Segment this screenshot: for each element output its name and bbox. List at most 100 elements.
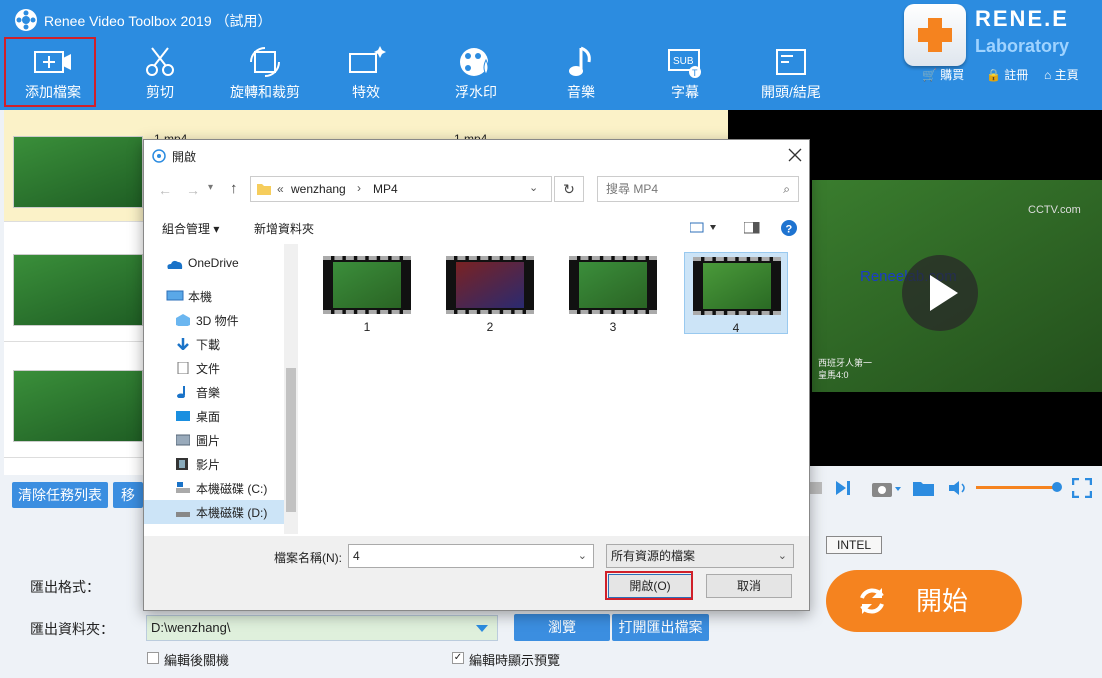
filetype-select[interactable]: 所有資源的檔案 ⌄ [606,544,794,568]
music-icon [177,386,185,398]
snapshot-icon[interactable] [870,478,902,498]
show-preview-checkbox[interactable]: ✓ [452,652,464,664]
new-folder-button[interactable]: 新增資料夾 [254,220,314,237]
close-icon[interactable] [788,148,802,162]
documents-icon [177,362,189,374]
music-label: 音樂 [567,84,595,100]
chevron-down-icon[interactable] [475,624,489,634]
file-item-4-selected[interactable]: 4 [684,252,788,335]
onedrive-icon [167,260,183,269]
recent-chevron-icon[interactable]: ▾ [208,182,213,193]
move-button[interactable]: 移 [113,482,143,508]
show-preview-label: 編輯時顯示預覽 [469,653,561,668]
home-icon: ⌂ [1044,68,1052,82]
address-bar[interactable]: « wenzhang › MP4 ⌄ [250,176,552,202]
home-link[interactable]: ⌂ 主頁 [1044,66,1079,83]
forward-arrow-icon[interactable]: → [186,182,200,198]
fullscreen-icon[interactable] [1072,478,1092,498]
file-item-3[interactable]: 3 [561,252,665,334]
nav-scrollbar-thumb[interactable] [286,368,296,512]
intro-outro-icon [776,49,806,75]
svg-text:T: T [692,68,698,78]
browse-button[interactable]: 瀏覽 [514,614,610,641]
up-arrow-icon[interactable]: ↑ [230,180,238,197]
register-link[interactable]: 🔒 註冊 [986,66,1028,83]
open-export-folder-button[interactable]: 打開匯出檔案 [612,614,709,641]
nav-drive-d[interactable]: 本機磁碟 (D:) [196,504,267,521]
subtitle-icon: SUBT [668,49,701,78]
breadcrumb-mp4[interactable]: MP4 [373,182,398,196]
start-button[interactable]: 開始 [826,570,1022,632]
file-name: 2 [486,320,494,334]
watermark-button[interactable]: 浮水印 [431,40,521,108]
nav-pictures[interactable]: 圖片 [196,432,220,449]
stop-icon[interactable] [808,480,826,496]
play-button[interactable] [902,255,978,331]
subtitle-label: 字幕 [671,84,699,100]
clear-tasks-button[interactable]: 清除任務列表 [12,482,108,508]
export-folder-field[interactable]: D:\wenzhang\ [146,615,498,641]
cut-label: 剪切 [146,84,174,100]
video-thumbnail [13,370,143,442]
music-icon [569,46,591,76]
nav-downloads[interactable]: 下載 [196,336,220,353]
buy-link[interactable]: 🛒 購買 [922,66,964,83]
caption-line2: 皇馬4:0 [818,370,849,380]
nav-scrollbar[interactable] [284,244,298,534]
cut-button[interactable]: 剪切 [115,40,205,108]
nav-drive-c[interactable]: 本機磁碟 (C:) [196,480,267,497]
chevron-down-icon[interactable]: ⌄ [778,545,787,567]
buy-label: 購買 [940,68,965,82]
volume-slider[interactable] [976,486,1058,489]
file-item-2[interactable]: 2 [438,252,542,334]
channel-logo: CCTV.com [1028,204,1081,216]
next-frame-icon[interactable] [834,480,852,496]
back-arrow-icon[interactable]: ← [158,182,172,198]
shutdown-checkbox[interactable] [147,652,159,664]
filename-label: 檔案名稱(N): [274,551,342,565]
chevron-down-icon[interactable]: ⌄ [578,545,587,567]
desktop-icon [176,411,190,421]
dialog-title: 開啟 [172,150,197,164]
crop-rotate-button[interactable]: 旋轉和裁剪 [220,40,310,108]
video-thumbnail [13,254,143,326]
file-item-1[interactable]: 1 [315,252,419,334]
register-label: 註冊 [1004,68,1029,82]
view-options-icon[interactable] [690,222,720,234]
brand-logo [904,4,966,66]
nav-desktop[interactable]: 桌面 [196,408,220,425]
drive-c-icon [176,482,190,493]
folder-icon[interactable] [912,478,936,498]
breadcrumb-wenzhang[interactable]: wenzhang [291,182,346,196]
filename-value: 4 [353,549,360,563]
nav-3d-objects[interactable]: 3D 物件 [196,312,239,329]
watermark-icon [460,48,489,76]
nav-videos[interactable]: 影片 [196,456,220,473]
brand-subtitle: Laboratory [975,36,1070,56]
effects-button[interactable]: 特效 [321,40,411,108]
nav-music[interactable]: 音樂 [196,384,220,401]
cancel-button[interactable]: 取消 [706,574,792,598]
subtitle-button[interactable]: SUB T 字幕 [640,40,730,108]
nav-this-pc[interactable]: 本機 [188,288,212,305]
start-label: 開始 [915,586,968,616]
nav-onedrive[interactable]: OneDrive [188,256,239,270]
organize-menu[interactable]: 組合管理 ▾ [162,220,219,237]
preview-pane-icon[interactable] [744,222,760,234]
help-icon[interactable]: ? [780,219,798,237]
chevron-down-icon[interactable]: ⌄ [529,181,538,194]
filename-input[interactable]: 4 ⌄ [348,544,594,568]
app-logo-icon [15,9,37,31]
music-button[interactable]: 音樂 [536,40,626,108]
intro-outro-button[interactable]: 開頭/結尾 [746,40,836,108]
this-pc-icon [166,290,184,301]
search-input[interactable]: 搜尋 MP4 ⌕ [597,176,799,202]
downloads-icon [177,338,189,350]
export-folder-label: 匯出資料夾： [30,621,114,637]
breadcrumb-prefix: « [277,182,284,196]
refresh-button[interactable]: ↻ [554,176,584,202]
nav-documents[interactable]: 文件 [196,360,220,377]
volume-icon[interactable] [948,479,968,497]
effects-icon [349,46,386,73]
volume-handle[interactable] [1052,482,1062,492]
